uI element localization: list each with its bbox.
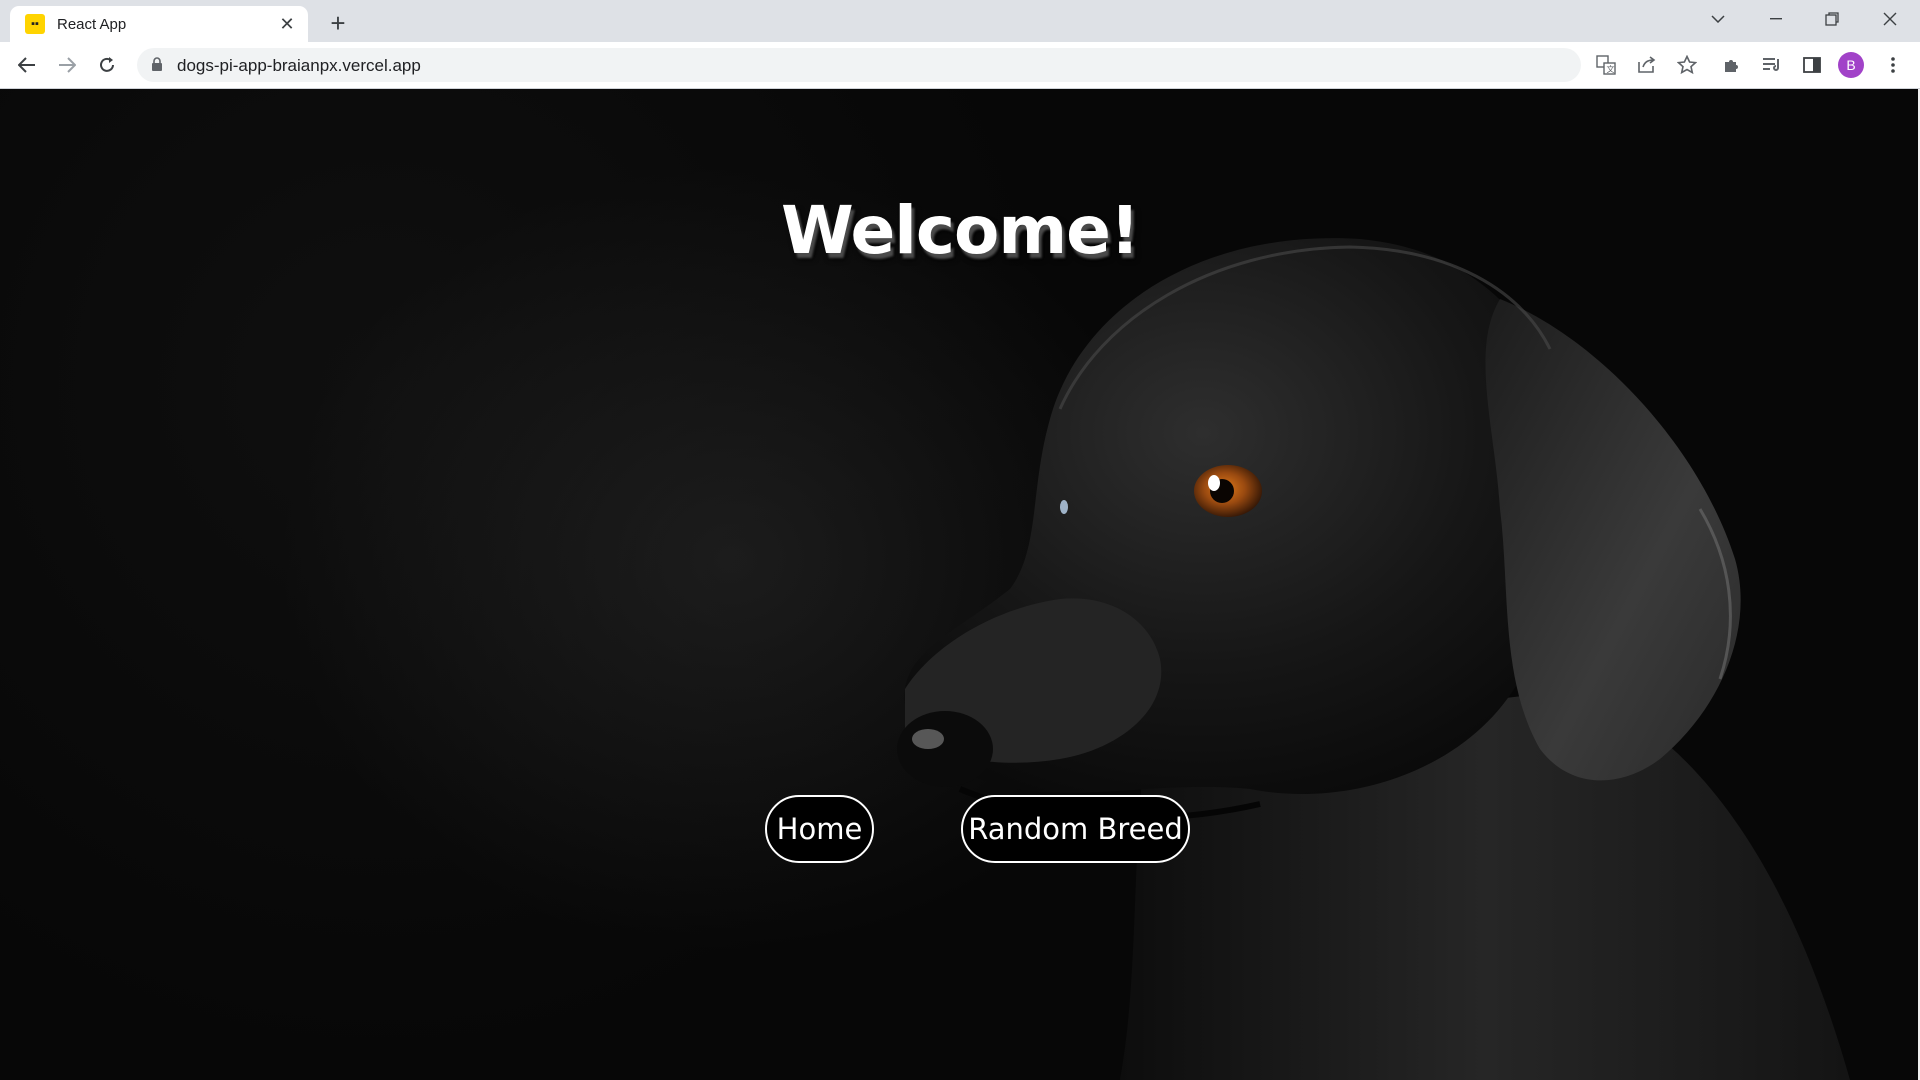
restore-icon[interactable] bbox=[1812, 0, 1852, 38]
more-menu-icon[interactable] bbox=[1878, 50, 1908, 80]
side-panel-icon[interactable] bbox=[1797, 50, 1827, 80]
reload-icon[interactable] bbox=[92, 50, 122, 80]
minimize-icon[interactable] bbox=[1756, 0, 1796, 38]
bookmark-star-icon[interactable] bbox=[1674, 52, 1700, 78]
react-app-favicon-icon: ▪▪ bbox=[25, 14, 45, 34]
tab-title: React App bbox=[57, 15, 127, 33]
close-window-icon[interactable] bbox=[1870, 0, 1910, 38]
close-tab-icon[interactable]: ✕ bbox=[274, 11, 300, 37]
page-title: Welcome! bbox=[0, 192, 1920, 269]
forward-arrow-icon[interactable] bbox=[52, 50, 82, 80]
home-button[interactable]: Home bbox=[765, 795, 874, 863]
new-tab-button[interactable]: + bbox=[323, 8, 353, 38]
share-icon[interactable] bbox=[1634, 52, 1660, 78]
tab-strip: ▪▪ React App ✕ + bbox=[0, 0, 1920, 42]
page-viewport: Welcome! Home Random Breed bbox=[0, 89, 1920, 1080]
extensions-puzzle-icon[interactable] bbox=[1717, 50, 1747, 80]
browser-toolbar: dogs-pi-app-braianpx.vercel.app 文 B bbox=[0, 42, 1920, 89]
svg-text:文: 文 bbox=[1607, 64, 1615, 74]
address-bar[interactable]: dogs-pi-app-braianpx.vercel.app 文 bbox=[137, 48, 1697, 82]
profile-avatar[interactable]: B bbox=[1838, 52, 1864, 78]
back-arrow-icon[interactable] bbox=[12, 50, 42, 80]
lock-icon[interactable] bbox=[151, 57, 163, 77]
tab-search-icon[interactable] bbox=[1698, 0, 1738, 38]
translate-icon[interactable]: 文 bbox=[1593, 52, 1619, 78]
reading-list-icon[interactable] bbox=[1757, 50, 1787, 80]
browser-tab[interactable]: ▪▪ React App ✕ bbox=[10, 6, 308, 42]
url-text[interactable]: dogs-pi-app-braianpx.vercel.app bbox=[177, 56, 421, 76]
random-breed-button[interactable]: Random Breed bbox=[961, 795, 1190, 863]
welcome-heading: Welcome! bbox=[781, 192, 1140, 269]
